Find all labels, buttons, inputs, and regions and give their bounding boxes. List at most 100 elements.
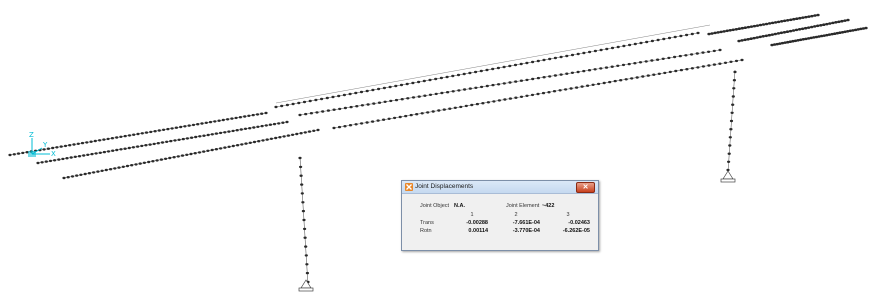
joint-dot-icon[interactable] (312, 129, 316, 132)
joint-dot-icon[interactable] (559, 73, 563, 76)
joint-dot-icon[interactable] (457, 89, 461, 92)
joint-dot-icon[interactable] (602, 81, 606, 85)
joint-dot-icon[interactable] (434, 92, 438, 96)
joint-dot-icon[interactable] (202, 134, 206, 137)
joint-dot-icon[interactable] (605, 47, 609, 51)
joint-dot-icon[interactable] (231, 144, 235, 148)
joint-dot-icon[interactable] (685, 68, 689, 71)
joint-dot-icon[interactable] (252, 126, 256, 129)
joint-dot-icon[interactable] (300, 192, 304, 195)
joint-dot-icon[interactable] (144, 131, 149, 134)
joint-dot-icon[interactable] (303, 227, 307, 231)
joint-dot-icon[interactable] (342, 93, 346, 97)
joint-dot-icon[interactable] (508, 81, 512, 84)
joint-dot-icon[interactable] (123, 147, 127, 150)
joint-dot-icon[interactable] (299, 165, 303, 169)
joint-dot-icon[interactable] (743, 26, 747, 29)
joint-dot-icon[interactable] (816, 24, 820, 28)
joint-dot-icon[interactable] (157, 129, 161, 132)
joint-dot-icon[interactable] (437, 109, 441, 112)
joint-dot-icon[interactable] (185, 153, 189, 156)
joint-dot-icon[interactable] (185, 137, 189, 140)
joint-dot-icon[interactable] (387, 117, 391, 121)
joint-dot-icon[interactable] (508, 64, 512, 68)
joint-dot-icon[interactable] (789, 18, 793, 22)
joint-dot-icon[interactable] (320, 97, 324, 101)
joint-dot-icon[interactable] (448, 107, 452, 110)
joint-dot-icon[interactable] (359, 90, 364, 94)
joint-dot-icon[interactable] (701, 65, 706, 68)
joint-dot-icon[interactable] (684, 54, 688, 57)
joint-dot-icon[interactable] (301, 201, 305, 204)
joint-dot-icon[interactable] (831, 21, 835, 25)
joint-dot-icon[interactable] (734, 28, 738, 31)
joint-dot-icon[interactable] (749, 37, 753, 40)
joint-dot-icon[interactable] (497, 99, 501, 102)
joint-dot-icon[interactable] (767, 22, 772, 25)
joint-dot-icon[interactable] (417, 80, 421, 84)
joint-dot-icon[interactable] (119, 148, 123, 151)
joint-dot-icon[interactable] (837, 20, 841, 24)
joint-dot-icon[interactable] (303, 236, 307, 239)
joint-dot-icon[interactable] (164, 157, 168, 160)
joint-dot-icon[interactable] (616, 64, 620, 68)
joint-dot-icon[interactable] (162, 128, 166, 131)
joint-dot-icon[interactable] (282, 135, 286, 138)
joint-dot-icon[interactable] (274, 136, 278, 140)
joint-dot-icon[interactable] (810, 14, 814, 18)
joint-dot-icon[interactable] (514, 96, 518, 99)
joint-dot-icon[interactable] (298, 113, 302, 117)
joint-dot-icon[interactable] (782, 31, 787, 34)
joint-dot-icon[interactable] (219, 131, 223, 135)
joint-dot-icon[interactable] (813, 14, 817, 17)
joint-dot-icon[interactable] (193, 152, 197, 155)
joint-dot-icon[interactable] (542, 76, 546, 79)
joint-dot-icon[interactable] (389, 99, 393, 103)
joint-dot-icon[interactable] (176, 155, 180, 158)
joint-dot-icon[interactable] (525, 94, 529, 98)
joint-dot-icon[interactable] (304, 254, 308, 257)
joint-dot-icon[interactable] (244, 142, 248, 145)
joint-dot-icon[interactable] (644, 60, 648, 63)
joint-dot-icon[interactable] (382, 118, 386, 121)
joint-dot-icon[interactable] (531, 77, 535, 81)
joint-dot-icon[interactable] (828, 22, 832, 25)
joint-dot-icon[interactable] (731, 95, 735, 98)
joint-dot-icon[interactable] (153, 130, 157, 133)
joint-dot-icon[interactable] (565, 72, 569, 75)
joint-dot-icon[interactable] (673, 35, 677, 39)
joint-dot-icon[interactable] (712, 63, 717, 66)
joint-dot-icon[interactable] (115, 136, 119, 139)
joint-dot-icon[interactable] (110, 137, 114, 140)
joint-dot-icon[interactable] (365, 121, 369, 124)
joint-dot-icon[interactable] (261, 139, 265, 142)
joint-dot-icon[interactable] (206, 149, 210, 152)
joint-dot-icon[interactable] (102, 150, 106, 154)
joint-dot-icon[interactable] (98, 151, 102, 154)
joint-dot-icon[interactable] (608, 80, 612, 84)
joint-dot-icon[interactable] (226, 118, 230, 121)
joint-dot-icon[interactable] (299, 132, 303, 135)
joint-dot-icon[interactable] (633, 42, 637, 46)
joint-dot-icon[interactable] (304, 112, 308, 116)
joint-dot-icon[interactable] (638, 61, 643, 64)
joint-dot-icon[interactable] (140, 132, 144, 135)
joint-dot-icon[interactable] (257, 140, 261, 143)
joint-dot-icon[interactable] (541, 91, 546, 95)
joint-dot-icon[interactable] (423, 94, 427, 97)
joint-dot-icon[interactable] (491, 67, 495, 71)
joint-dot-icon[interactable] (514, 80, 518, 83)
joint-dot-icon[interactable] (468, 71, 472, 75)
joint-dot-icon[interactable] (770, 21, 775, 25)
joint-dot-icon[interactable] (111, 149, 115, 152)
joint-dot-icon[interactable] (816, 13, 820, 17)
joint-dot-icon[interactable] (728, 136, 732, 139)
joint-dot-icon[interactable] (174, 126, 178, 129)
joint-dot-icon[interactable] (650, 59, 654, 62)
joint-dot-icon[interactable] (733, 70, 737, 74)
joint-dot-icon[interactable] (125, 164, 130, 168)
joint-dot-icon[interactable] (536, 92, 540, 96)
joint-dot-icon[interactable] (439, 76, 443, 80)
joint-dot-icon[interactable] (155, 159, 159, 162)
joint-dot-icon[interactable] (92, 171, 96, 174)
